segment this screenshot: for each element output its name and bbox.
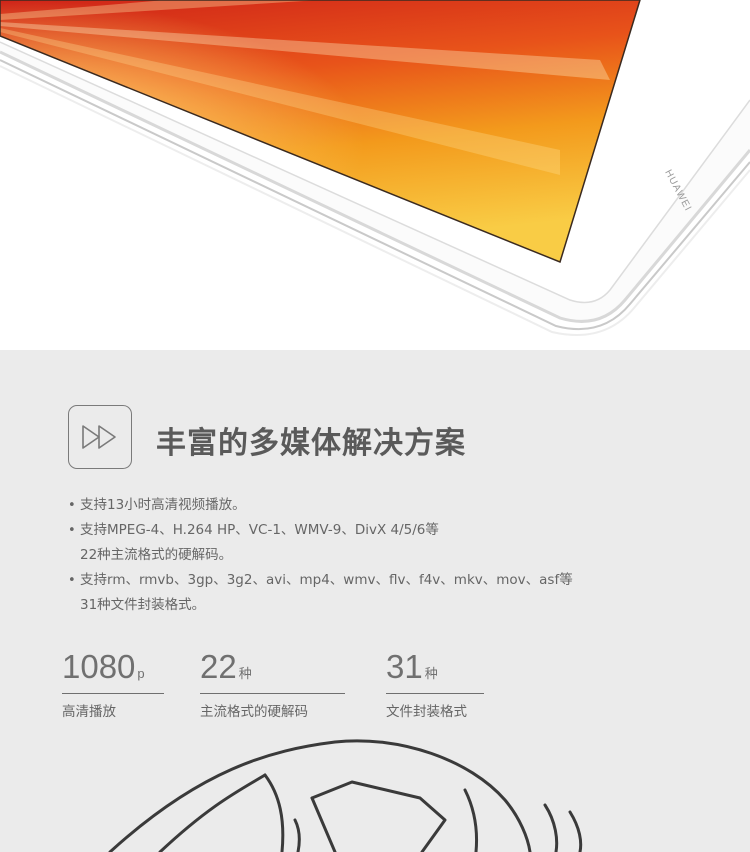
tablet-hero-image: HUAWEI: [0, 0, 750, 350]
tablet-illustration: [0, 0, 750, 336]
film-reel-illustration: [108, 739, 583, 852]
multimedia-feature-section: 丰富的多媒体解决方案 • 支持13小时高清视频播放。 • 支持MPEG-4、H.…: [0, 350, 750, 852]
